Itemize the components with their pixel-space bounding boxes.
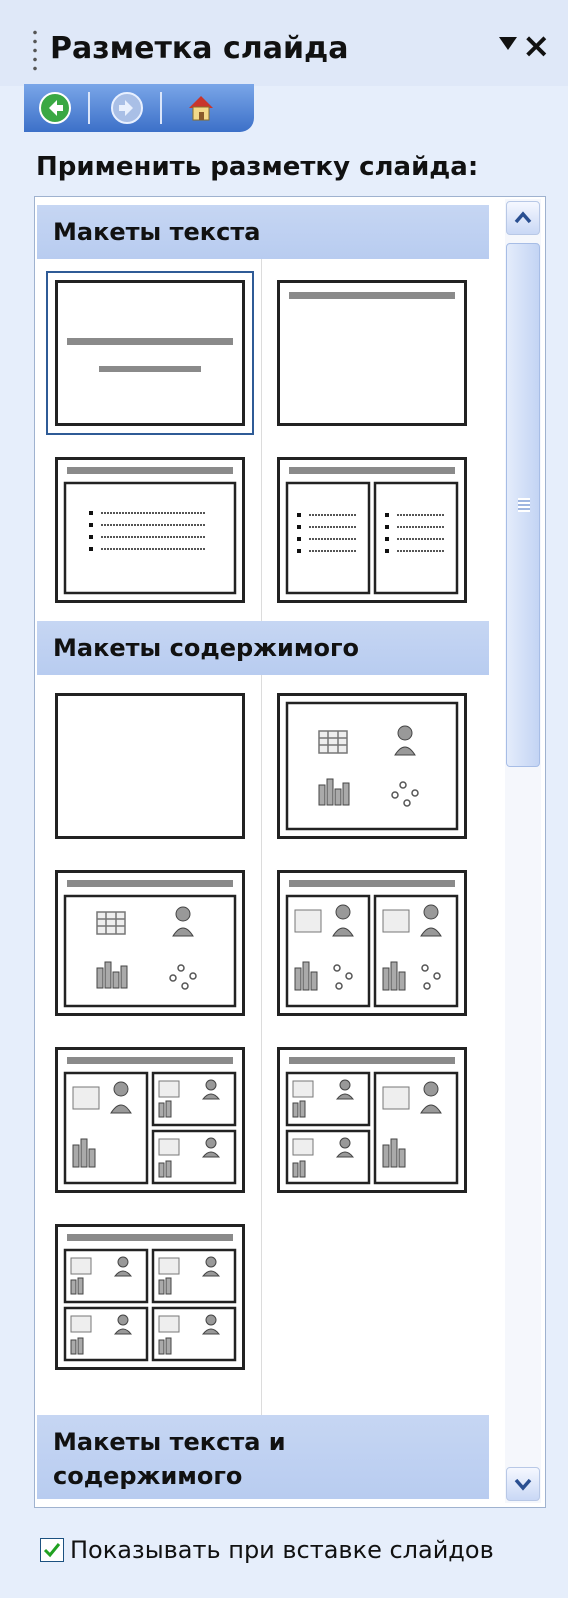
vertical-scrollbar[interactable] <box>505 199 541 1503</box>
checkmark-icon <box>43 1543 61 1558</box>
layout-title-and-content[interactable] <box>55 870 245 1016</box>
show-on-insert-checkbox[interactable] <box>40 1538 64 1562</box>
chevron-up-icon <box>514 211 532 224</box>
section-title-line-1: Макеты текста и <box>53 1428 286 1456</box>
task-pane-nav <box>24 84 254 132</box>
section-header-content-layouts: Макеты содержимого <box>37 621 489 675</box>
section-title: Макеты содержимого <box>53 634 359 662</box>
layout-title-and-four-content[interactable] <box>55 1224 245 1370</box>
close-icon[interactable]: × <box>522 26 551 66</box>
chevron-down-icon <box>514 1478 532 1491</box>
scroll-thumb-grip <box>518 498 530 512</box>
layout-title-and-two-text[interactable] <box>277 457 467 603</box>
column-divider <box>261 259 262 621</box>
layout-title-two-content-and-content[interactable] <box>277 1047 467 1193</box>
scroll-down-button[interactable] <box>506 1467 540 1501</box>
layout-title-only[interactable] <box>277 280 467 426</box>
pane-title: Разметка слайда <box>50 31 349 66</box>
section-header-text-and-content-layouts: Макеты текста и содержимого <box>37 1415 489 1499</box>
scroll-thumb[interactable] <box>506 243 540 767</box>
layout-title-and-text[interactable] <box>55 457 245 603</box>
drag-grip[interactable] <box>32 28 38 72</box>
scroll-up-button[interactable] <box>506 201 540 235</box>
forward-arrow-icon[interactable] <box>110 91 144 125</box>
section-title: Макеты текста <box>53 218 261 246</box>
layout-title-and-two-content[interactable] <box>277 870 467 1016</box>
nav-separator <box>88 92 90 124</box>
apply-layout-heading: Применить разметку слайда: <box>36 152 479 182</box>
layout-content[interactable] <box>277 693 467 839</box>
nav-separator <box>160 92 162 124</box>
layout-blank[interactable] <box>55 693 245 839</box>
section-title-line-2: содержимого <box>53 1462 243 1490</box>
back-arrow-icon[interactable] <box>38 91 72 125</box>
show-on-insert-option[interactable]: Показывать при вставке слайдов <box>40 1530 494 1570</box>
pane-titlebar: Разметка слайда × <box>0 0 568 86</box>
section-header-text-layouts: Макеты текста <box>37 205 489 259</box>
home-icon[interactable] <box>184 91 218 125</box>
layout-title-content-and-two-content[interactable] <box>55 1047 245 1193</box>
pane-options-dropdown[interactable] <box>499 37 517 50</box>
layout-list: Макеты текста Макеты содержимого Макеты … <box>34 196 546 1508</box>
column-divider <box>261 675 262 1485</box>
show-on-insert-label: Показывать при вставке слайдов <box>70 1536 494 1564</box>
layout-title-slide[interactable] <box>46 271 254 435</box>
